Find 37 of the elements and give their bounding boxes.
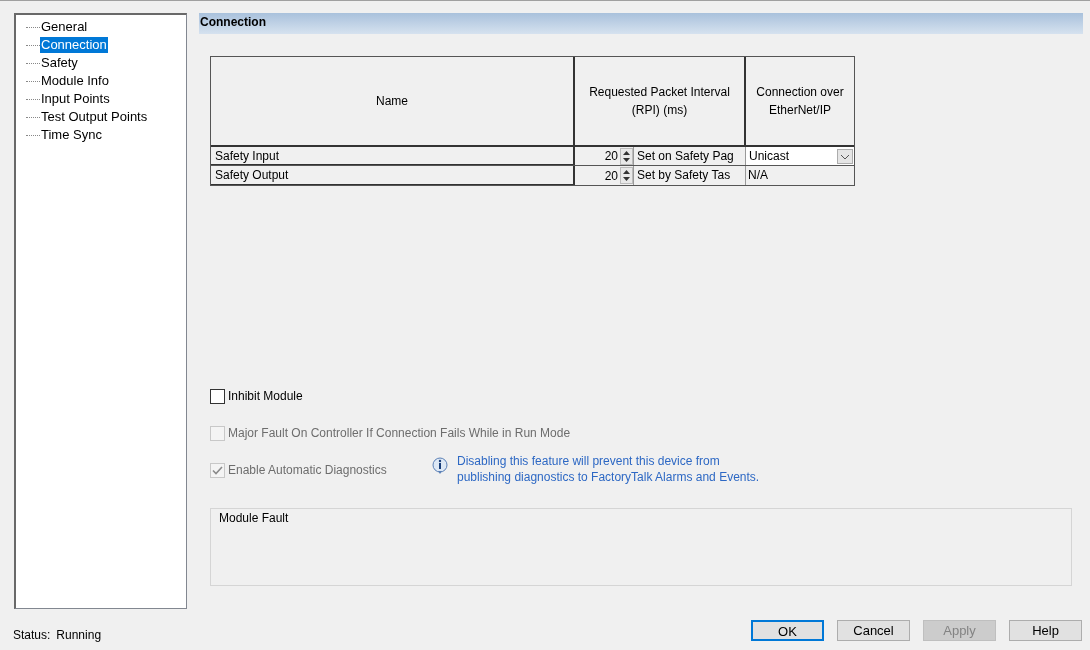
status-value: Running <box>56 627 102 644</box>
table-cell: Set by Safety Tas <box>634 166 746 185</box>
spinner-control[interactable] <box>620 147 633 165</box>
checkbox[interactable] <box>210 388 225 404</box>
tree-item[interactable]: Module Info <box>40 73 110 89</box>
rpi-value[interactable]: 20 <box>604 166 620 185</box>
tree-item[interactable]: Safety <box>40 55 79 71</box>
checkbox-label: Inhibit Module <box>228 388 303 405</box>
dialog-button[interactable]: OK <box>751 619 824 641</box>
column-header: Connection over EtherNet/IP <box>755 84 845 119</box>
dialog-button[interactable]: Cancel <box>837 619 910 641</box>
tree-item[interactable]: Test Output Points <box>40 109 149 125</box>
info-icon <box>432 457 448 475</box>
column-header: Name <box>211 57 575 145</box>
checkbox-label: Enable Automatic Diagnostics <box>228 462 387 479</box>
table-cell-text: N/A <box>747 167 769 184</box>
info-text: Disabling this feature will prevent this device from publishing diagnostics to FactoryTalk Alarms and Events. <box>457 453 761 485</box>
down-arrow-icon <box>623 157 630 162</box>
dialog-button[interactable]: Help <box>1009 619 1082 641</box>
tree-item[interactable]: Time Sync <box>40 127 103 143</box>
table-cell: Safety Output <box>211 166 575 185</box>
tree-item[interactable]: General <box>40 19 89 35</box>
group-title: Module Fault <box>219 511 289 525</box>
table-cell: Safety Input <box>211 147 575 165</box>
checkmark-icon <box>212 465 223 475</box>
connection-dropdown[interactable]: Unicast <box>746 147 854 165</box>
down-arrow-icon <box>623 177 630 181</box>
tree-item[interactable]: Input Points <box>40 91 111 107</box>
column-header: Requested Packet Interval (RPI) (ms) <box>575 57 746 145</box>
up-arrow-icon <box>623 150 630 155</box>
tree-item[interactable]: Connection <box>40 37 108 53</box>
up-arrow-icon <box>623 170 630 174</box>
section-header: Connection <box>199 13 1083 34</box>
rpi-value[interactable]: 20 <box>604 147 620 165</box>
spinner-control[interactable] <box>620 167 633 184</box>
status-label: Status: <box>13 627 51 644</box>
checkbox-label: Major Fault On Controller If Connection Fails While in Run Mode <box>228 425 571 442</box>
